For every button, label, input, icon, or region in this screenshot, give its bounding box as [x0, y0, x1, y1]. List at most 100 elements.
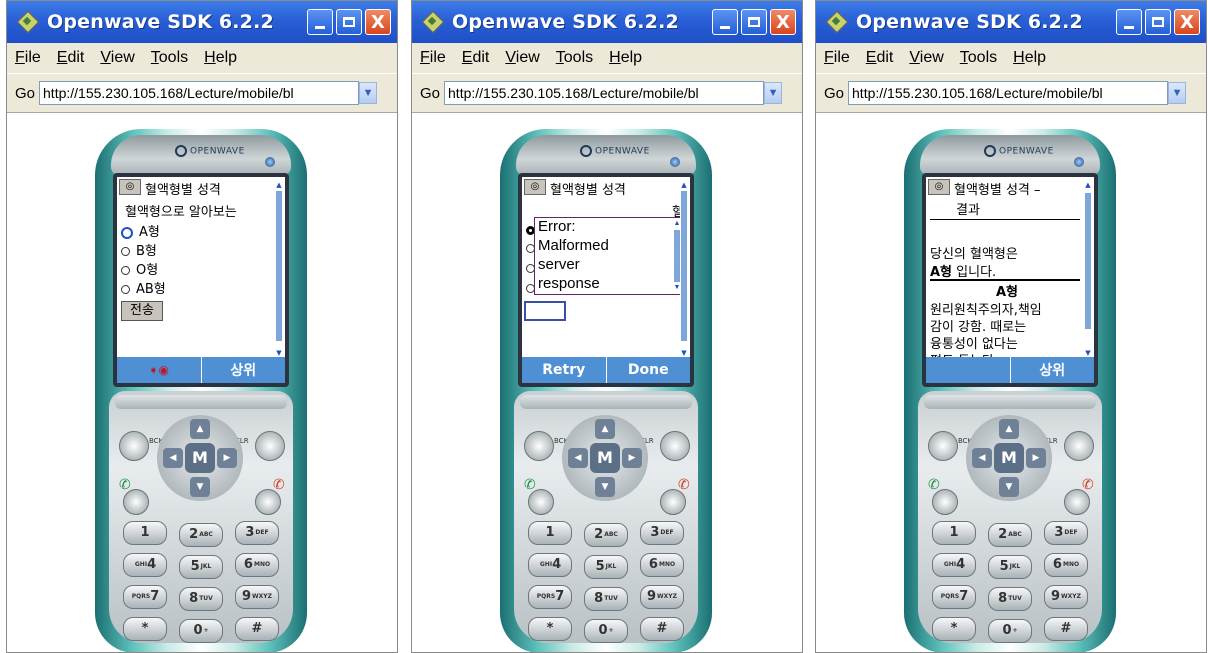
- menu-view[interactable]: View: [505, 49, 539, 67]
- key-7[interactable]: PQRS7: [932, 585, 976, 609]
- key-3[interactable]: 3DEF: [640, 521, 684, 545]
- url-input[interactable]: http://155.230.105.168/Lecture/mobile/bl: [39, 81, 360, 105]
- key-1[interactable]: 1: [528, 521, 572, 545]
- softkey-done[interactable]: Done: [607, 357, 691, 383]
- menu-edit[interactable]: Edit: [462, 49, 490, 67]
- back-key[interactable]: [524, 431, 554, 461]
- menu-tools[interactable]: Tools: [960, 49, 997, 67]
- nav-up-icon[interactable]: ▲: [595, 419, 615, 439]
- menu-help[interactable]: Help: [204, 49, 237, 67]
- close-button[interactable]: X: [770, 9, 796, 35]
- maximize-button[interactable]: [336, 9, 362, 35]
- softkey-strip[interactable]: [924, 395, 1096, 409]
- nav-up-icon[interactable]: ▲: [999, 419, 1019, 439]
- key-7[interactable]: PQRS7: [528, 585, 572, 609]
- chevron-down-icon[interactable]: ▼: [1168, 82, 1187, 104]
- softkey-right[interactable]: 상위: [202, 357, 286, 383]
- scroll-down-icon[interactable]: ▼: [1084, 349, 1092, 357]
- key-hash[interactable]: #: [235, 617, 279, 641]
- title-bar[interactable]: Openwave SDK 6.2.2 X: [412, 1, 802, 43]
- key-2[interactable]: 2ABC: [179, 523, 223, 547]
- send-key[interactable]: [528, 489, 554, 515]
- close-button[interactable]: X: [1174, 9, 1200, 35]
- end-key[interactable]: [1064, 489, 1090, 515]
- minimize-button[interactable]: [307, 9, 333, 35]
- nav-right-icon[interactable]: ▶: [1026, 448, 1046, 468]
- option-o[interactable]: O형: [121, 259, 158, 278]
- scrollbar[interactable]: ▲ ▼: [680, 181, 688, 357]
- key-6[interactable]: 6MNO: [640, 553, 684, 577]
- menu-tools[interactable]: Tools: [556, 49, 593, 67]
- key-star[interactable]: *: [932, 617, 976, 641]
- scroll-thumb[interactable]: [1085, 193, 1091, 329]
- scroll-thumb[interactable]: [276, 191, 282, 341]
- key-8[interactable]: 8TUV: [988, 587, 1032, 611]
- title-bar[interactable]: Openwave SDK 6.2.2 X: [7, 1, 397, 43]
- key-7[interactable]: PQRS7: [123, 585, 167, 609]
- key-8[interactable]: 8TUV: [179, 587, 223, 611]
- go-label[interactable]: Go: [420, 85, 440, 102]
- key-5[interactable]: 5JKL: [179, 555, 223, 579]
- key-4[interactable]: GHI4: [528, 553, 572, 577]
- softkey-left[interactable]: [926, 357, 1011, 383]
- scrollbar[interactable]: ▲ ▼: [1084, 181, 1092, 357]
- nav-down-icon[interactable]: ▼: [595, 477, 615, 497]
- option-b[interactable]: B형: [121, 240, 157, 259]
- nav-left-icon[interactable]: ◀: [163, 448, 183, 468]
- menu-view[interactable]: View: [100, 49, 134, 67]
- softkey-right[interactable]: 상위: [1011, 357, 1095, 383]
- softkey-retry[interactable]: Retry: [522, 357, 607, 383]
- nav-menu-key[interactable]: M: [994, 443, 1024, 473]
- key-0[interactable]: 0+: [988, 619, 1032, 643]
- send-key[interactable]: [932, 489, 958, 515]
- nav-left-icon[interactable]: ◀: [972, 448, 992, 468]
- menu-edit[interactable]: Edit: [57, 49, 85, 67]
- nav-up-icon[interactable]: ▲: [190, 419, 210, 439]
- key-5[interactable]: 5JKL: [584, 555, 628, 579]
- option-ab[interactable]: AB형: [121, 278, 166, 297]
- scroll-thumb[interactable]: [681, 191, 687, 341]
- key-9[interactable]: 9WXYZ: [235, 585, 279, 609]
- menu-view[interactable]: View: [909, 49, 943, 67]
- scroll-down-icon[interactable]: ▼: [275, 349, 283, 357]
- menu-tools[interactable]: Tools: [151, 49, 188, 67]
- chevron-down-icon[interactable]: ▼: [359, 82, 378, 104]
- key-star[interactable]: *: [528, 617, 572, 641]
- softkey-strip[interactable]: [520, 395, 692, 409]
- key-hash[interactable]: #: [1044, 617, 1088, 641]
- nav-menu-key[interactable]: M: [590, 443, 620, 473]
- menu-edit[interactable]: Edit: [866, 49, 894, 67]
- maximize-button[interactable]: [1145, 9, 1171, 35]
- nav-down-icon[interactable]: ▼: [999, 477, 1019, 497]
- key-9[interactable]: 9WXYZ: [640, 585, 684, 609]
- back-key[interactable]: [928, 431, 958, 461]
- go-label[interactable]: Go: [824, 85, 844, 102]
- clear-key[interactable]: [255, 431, 285, 461]
- back-key[interactable]: [119, 431, 149, 461]
- key-1[interactable]: 1: [123, 521, 167, 545]
- menu-file[interactable]: File: [824, 49, 850, 67]
- key-9[interactable]: 9WXYZ: [1044, 585, 1088, 609]
- send-key[interactable]: [123, 489, 149, 515]
- key-5[interactable]: 5JKL: [988, 555, 1032, 579]
- clear-key[interactable]: [1064, 431, 1094, 461]
- key-star[interactable]: *: [123, 617, 167, 641]
- submit-button[interactable]: 전송: [121, 301, 163, 321]
- chevron-down-icon[interactable]: ▼: [764, 82, 783, 104]
- end-key[interactable]: [255, 489, 281, 515]
- scrollbar[interactable]: ▲ ▼: [275, 181, 283, 357]
- key-0[interactable]: 0+: [584, 619, 628, 643]
- key-8[interactable]: 8TUV: [584, 587, 628, 611]
- scroll-up-icon[interactable]: ▲: [1084, 181, 1092, 189]
- menu-file[interactable]: File: [15, 49, 41, 67]
- key-4[interactable]: GHI4: [123, 553, 167, 577]
- menu-help[interactable]: Help: [1013, 49, 1046, 67]
- scroll-down-icon[interactable]: ▼: [680, 349, 688, 357]
- scroll-up-icon[interactable]: ▲: [275, 181, 283, 189]
- menu-file[interactable]: File: [420, 49, 446, 67]
- key-6[interactable]: 6MNO: [1044, 553, 1088, 577]
- minimize-button[interactable]: [1116, 9, 1142, 35]
- softkey-left[interactable]: ➧◉: [117, 357, 202, 383]
- url-input[interactable]: http://155.230.105.168/Lecture/mobile/bl: [848, 81, 1169, 105]
- key-3[interactable]: 3DEF: [1044, 521, 1088, 545]
